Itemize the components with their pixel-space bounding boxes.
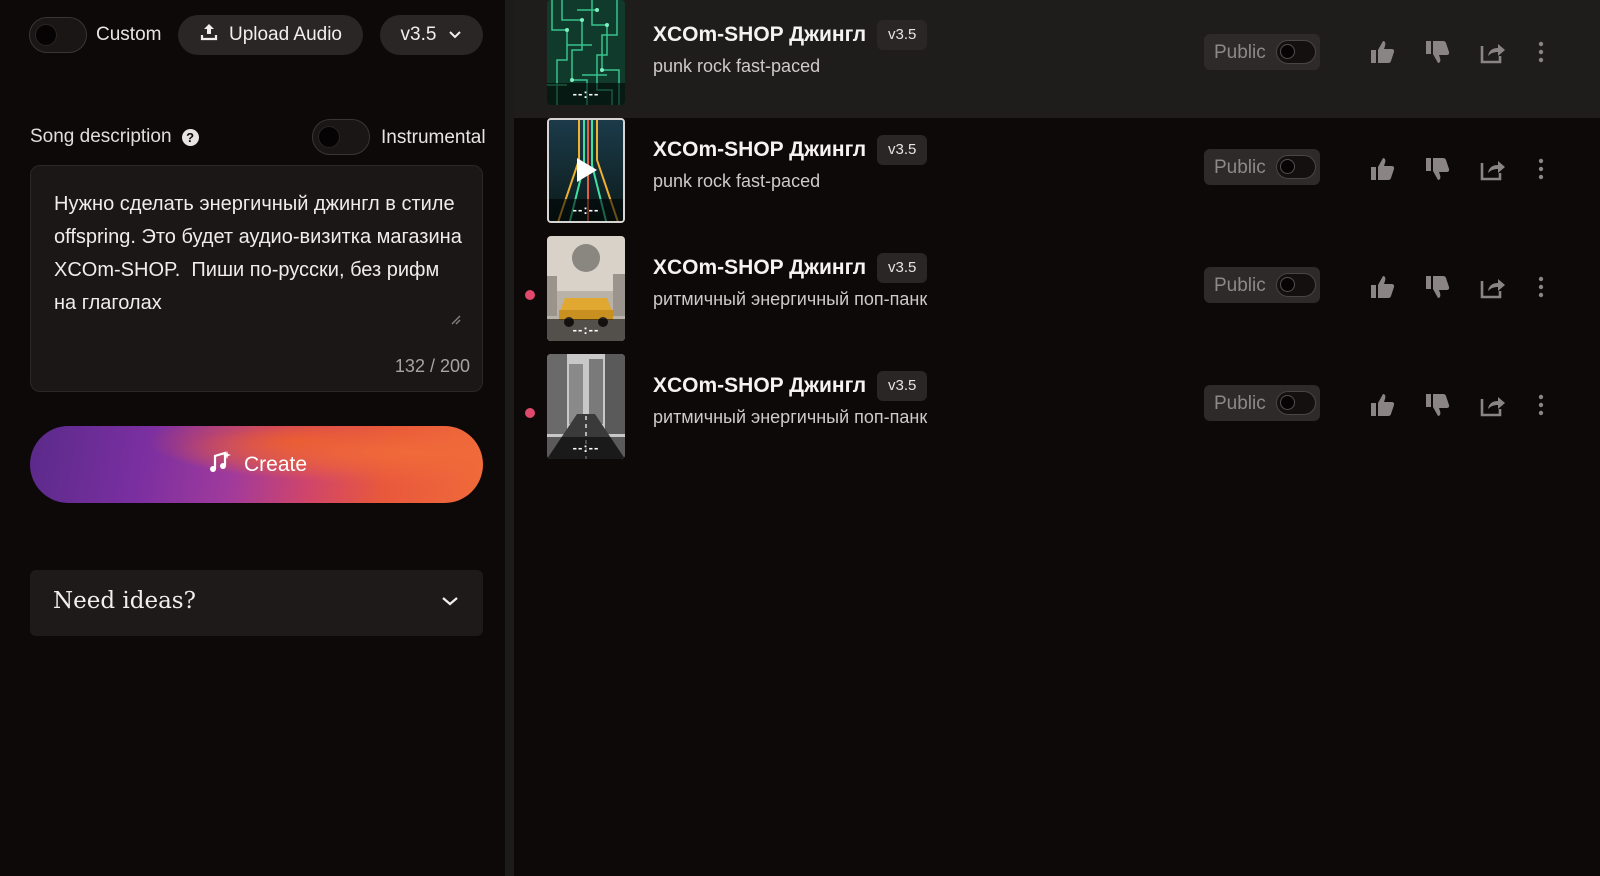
custom-mode-toggle[interactable] bbox=[29, 17, 87, 53]
resize-handle-icon[interactable] bbox=[449, 312, 461, 325]
toggle-knob bbox=[35, 24, 57, 46]
public-toggle[interactable]: Public bbox=[1204, 149, 1320, 185]
help-icon[interactable]: ? bbox=[181, 128, 199, 146]
version-badge: v3.5 bbox=[877, 371, 928, 401]
song-duration: --:-- bbox=[547, 437, 625, 459]
toggle-knob bbox=[318, 126, 340, 148]
thumbs-down-icon[interactable] bbox=[1423, 391, 1451, 419]
thumbs-down-icon[interactable] bbox=[1423, 273, 1451, 301]
thumbs-up-icon[interactable] bbox=[1368, 273, 1396, 301]
play-icon[interactable] bbox=[575, 156, 599, 184]
more-options-icon[interactable] bbox=[1527, 155, 1555, 183]
chevron-down-icon bbox=[441, 594, 459, 612]
song-row[interactable]: --:-- XCOm-SHOP Джингл v3.5 punk rock fa… bbox=[514, 0, 1600, 118]
public-label: Public bbox=[1214, 42, 1266, 63]
upload-icon bbox=[199, 22, 219, 48]
song-cover[interactable]: --:-- bbox=[547, 118, 625, 223]
song-cover[interactable]: --:-- bbox=[547, 236, 625, 341]
song-title[interactable]: XCOm-SHOP Джингл bbox=[653, 374, 866, 398]
more-options-icon[interactable] bbox=[1527, 38, 1555, 66]
song-style: ритмичный энергичный поп-панк bbox=[653, 289, 928, 309]
model-version-value: v3.5 bbox=[400, 24, 437, 45]
toggle-knob bbox=[1280, 395, 1295, 410]
public-switch[interactable] bbox=[1276, 391, 1316, 415]
public-switch[interactable] bbox=[1276, 155, 1316, 179]
song-duration: --:-- bbox=[549, 199, 623, 221]
thumbs-down-icon[interactable] bbox=[1423, 155, 1451, 183]
toggle-knob bbox=[1280, 277, 1295, 292]
public-switch[interactable] bbox=[1276, 273, 1316, 297]
public-label: Public bbox=[1214, 275, 1266, 296]
thumbs-up-icon[interactable] bbox=[1368, 155, 1396, 183]
upload-audio-button[interactable]: Upload Audio bbox=[178, 15, 363, 55]
song-title[interactable]: XCOm-SHOP Джингл bbox=[653, 23, 866, 47]
public-label: Public bbox=[1214, 393, 1266, 414]
song-description-heading: Song description ? bbox=[30, 126, 199, 148]
create-button[interactable]: Create bbox=[30, 426, 483, 503]
need-ideas-accordion[interactable]: Need ideas? bbox=[30, 570, 483, 636]
public-label: Public bbox=[1214, 157, 1266, 178]
upload-audio-label: Upload Audio bbox=[228, 24, 343, 45]
more-options-icon[interactable] bbox=[1527, 273, 1555, 301]
song-title[interactable]: XCOm-SHOP Джингл bbox=[653, 256, 866, 280]
custom-label: Custom bbox=[96, 24, 162, 45]
more-options-icon[interactable] bbox=[1527, 391, 1555, 419]
unread-dot bbox=[525, 290, 535, 300]
public-toggle[interactable]: Public bbox=[1204, 385, 1320, 421]
public-toggle[interactable]: Public bbox=[1204, 34, 1320, 70]
model-version-select[interactable]: v3.5 bbox=[380, 15, 483, 55]
share-icon[interactable] bbox=[1478, 273, 1506, 301]
song-duration: --:-- bbox=[547, 319, 625, 341]
unread-dot bbox=[525, 408, 535, 418]
instrumental-label: Instrumental bbox=[381, 127, 486, 148]
song-row[interactable]: --:-- XCOm-SHOP Джингл v3.5 ритмичный эн… bbox=[514, 233, 1600, 351]
song-description-input[interactable]: Нужно сделать энергичный джингл в стиле … bbox=[30, 165, 483, 392]
song-row[interactable]: --:-- XCOm-SHOP Джингл v3.5 ритмичный эн… bbox=[514, 351, 1600, 469]
song-description-text[interactable]: Нужно сделать энергичный джингл в стиле … bbox=[54, 188, 464, 320]
version-badge: v3.5 bbox=[877, 135, 928, 165]
song-style: ритмичный энергичный поп-панк bbox=[653, 407, 928, 427]
song-title[interactable]: XCOm-SHOP Джингл bbox=[653, 138, 866, 162]
create-label: Create bbox=[243, 452, 308, 476]
share-icon[interactable] bbox=[1478, 155, 1506, 183]
song-style: punk rock fast-paced bbox=[653, 171, 821, 191]
song-style: punk rock fast-paced bbox=[653, 56, 821, 76]
song-description-label: Song description bbox=[30, 126, 172, 147]
share-icon[interactable] bbox=[1478, 391, 1506, 419]
share-icon[interactable] bbox=[1478, 38, 1506, 66]
song-cover[interactable]: --:-- bbox=[547, 0, 625, 105]
toggle-knob bbox=[1280, 44, 1295, 59]
app-root: Custom Upload Audio v3.5 Song descriptio… bbox=[0, 0, 1600, 876]
thumbs-up-icon[interactable] bbox=[1368, 38, 1396, 66]
thumbs-down-icon[interactable] bbox=[1423, 38, 1451, 66]
music-sparkle-icon bbox=[206, 449, 232, 481]
song-duration: --:-- bbox=[547, 83, 625, 105]
song-row[interactable]: --:-- XCOm-SHOP Джингл v3.5 punk rock fa… bbox=[514, 115, 1600, 233]
create-panel: Custom Upload Audio v3.5 Song descriptio… bbox=[0, 0, 505, 876]
chevron-down-icon bbox=[448, 24, 462, 46]
thumbs-up-icon[interactable] bbox=[1368, 391, 1396, 419]
public-switch[interactable] bbox=[1276, 40, 1316, 64]
song-list: --:-- XCOm-SHOP Джингл v3.5 punk rock fa… bbox=[514, 0, 1600, 876]
panel-divider[interactable] bbox=[505, 0, 514, 876]
song-cover[interactable]: --:-- bbox=[547, 354, 625, 459]
public-toggle[interactable]: Public bbox=[1204, 267, 1320, 303]
version-badge: v3.5 bbox=[877, 253, 928, 283]
instrumental-toggle[interactable] bbox=[312, 119, 370, 155]
toggle-knob bbox=[1280, 159, 1295, 174]
character-counter: 132 / 200 bbox=[394, 356, 470, 376]
version-badge: v3.5 bbox=[877, 20, 928, 50]
need-ideas-label: Need ideas? bbox=[53, 588, 196, 614]
